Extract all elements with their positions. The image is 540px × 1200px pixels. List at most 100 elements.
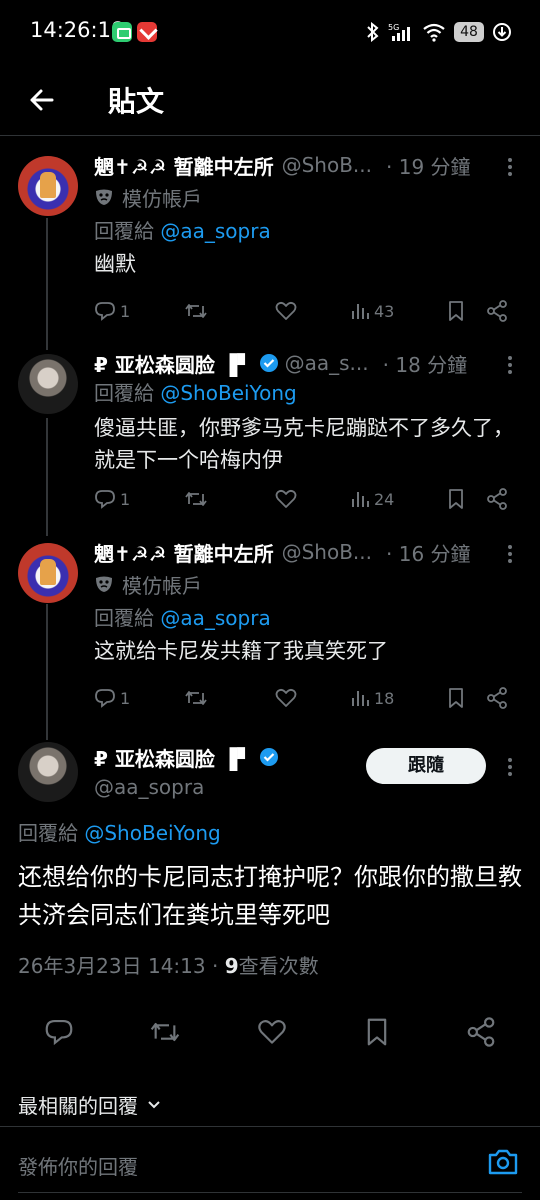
views-button[interactable]: 43 [350,301,446,321]
thread-tweet[interactable]: 魍✝☭☭ 暂離中左所 @ShoB... · 16 分鐘 模仿帳戶 回覆給 @aa… [0,537,540,727]
verified-badge-icon [259,748,278,766]
bluetooth-icon [367,22,379,42]
reply-to-link[interactable]: @aa_sopra [160,219,270,243]
more-options-icon[interactable] [500,354,520,376]
retweet-button[interactable] [184,488,274,510]
reply-button[interactable]: 1 [94,488,184,510]
retweet-icon [185,691,207,705]
view-count: 18 [374,688,395,708]
reply-context: 回覆給 @aa_sopra [94,214,520,248]
avatar[interactable] [18,742,78,802]
views-chart-icon [352,304,369,319]
replies-sort-dropdown[interactable]: 最相關的回覆 [18,1090,162,1119]
parody-text: 模仿帳戶 [122,186,202,211]
tweet-text: 幽默 [94,252,136,276]
avatar[interactable] [18,156,78,216]
tweet-actions: 1 24 [94,484,520,514]
more-options-icon[interactable] [500,156,520,178]
reply-composer: 發佈你的回覆 [0,1126,540,1200]
reply-prefix: 回覆給 [94,381,154,405]
retweet-button[interactable] [184,300,274,322]
retweet-button[interactable] [184,687,274,709]
like-button[interactable] [274,300,350,322]
share-icon [487,687,507,709]
bookmark-icon[interactable] [363,1017,391,1047]
views-button[interactable]: 18 [350,688,446,708]
user-handle[interactable]: @aa_sopra [94,772,285,802]
display-name[interactable]: ₽ 亚松森圆脸 ▐▘ [94,349,253,378]
view-label[interactable]: 查看次數 [239,954,319,978]
reply-icon[interactable] [44,1017,74,1047]
camera-icon[interactable] [486,1147,520,1177]
reply-icon [95,689,115,708]
timestamp[interactable]: · 19 分鐘 [386,151,471,180]
avatar[interactable] [18,354,78,414]
like-button[interactable] [274,488,350,510]
reply-prefix: 回覆給 [94,606,154,630]
share-button[interactable] [486,687,516,709]
reply-prefix: 回覆給 [94,219,154,243]
post-timestamp: 26年3月23日 14:13 · [18,954,219,978]
avatar[interactable] [18,543,78,603]
post-text: 还想给你的卡尼同志打掩护呢？你跟你的撒旦教共济会同志们在粪坑里等死吧 [18,863,522,929]
bookmark-icon [449,688,463,708]
like-button[interactable] [274,687,350,709]
display-name[interactable]: 魍✝☭☭ 暂離中左所 [94,538,274,567]
share-icon [487,300,507,322]
message-app-icon [112,22,132,42]
thread-tweet[interactable]: 魍✝☭☭ 暂離中左所 @ShoB... · 19 分鐘 模仿帳戶 回覆給 @aa… [0,150,540,340]
reply-count: 1 [120,688,131,708]
data-saver-icon [493,23,511,41]
bookmark-icon [449,489,463,509]
more-options-icon[interactable] [500,543,520,565]
reply-prefix: 回覆給 [18,821,78,845]
parody-label: 模仿帳戶 [94,567,520,601]
user-handle[interactable]: @ShoB... [282,153,372,177]
tweet-text: 这就给卡尼发共籍了我真笑死了 [94,639,388,663]
view-count: 43 [374,301,395,321]
follow-button[interactable]: 跟隨 [366,748,486,784]
tweet-actions: 1 43 [94,296,520,326]
bookmark-icon [449,301,463,321]
reply-to-link[interactable]: @ShoBeiYong [160,381,296,405]
reply-context: 回覆給 @ShoBeiYong [18,816,221,850]
reply-button[interactable]: 1 [94,687,184,709]
share-button[interactable] [486,300,516,322]
wifi-icon [423,23,445,42]
notification-app-icon [137,22,157,42]
user-handle[interactable]: @aa_s... [285,351,369,375]
views-button[interactable]: 24 [350,489,446,509]
display-name[interactable]: 魍✝☭☭ 暂離中左所 [94,151,274,180]
heart-icon [275,688,297,707]
display-name[interactable]: ₽ 亚松森圆脸 ▐▘ [94,743,253,772]
share-button[interactable] [486,488,516,510]
parody-text: 模仿帳戶 [122,573,202,598]
heart-icon[interactable] [256,1017,288,1047]
reply-to-link[interactable]: @ShoBeiYong [84,821,220,845]
sort-label: 最相關的回覆 [18,1094,138,1118]
page-header: 貼文 [0,64,540,136]
reply-icon [95,302,115,321]
heart-icon [275,489,297,508]
more-options-icon[interactable] [500,756,520,778]
back-arrow-icon[interactable] [24,82,60,118]
retweet-icon [185,492,207,506]
timestamp[interactable]: · 18 分鐘 [383,349,468,378]
bookmark-button[interactable] [446,300,486,322]
bookmark-button[interactable] [446,687,486,709]
timestamp[interactable]: · 16 分鐘 [386,538,471,567]
user-handle[interactable]: @ShoB... [282,540,372,564]
share-icon[interactable] [466,1017,496,1047]
retweet-icon[interactable] [149,1017,181,1047]
reply-input[interactable]: 發佈你的回覆 [18,1151,138,1180]
views-chart-icon [352,691,369,706]
thread-tweet[interactable]: ₽ 亚松森圆脸 ▐▘ @aa_s... · 18 分鐘 回覆給 @ShoBeiY… [0,348,540,538]
status-time: 14:26:18 [30,18,125,42]
post-meta: 26年3月23日 14:13 · 9查看次數 [18,950,319,979]
reply-count: 1 [120,489,131,509]
bookmark-button[interactable] [446,488,486,510]
reply-to-link[interactable]: @aa_sopra [160,606,270,630]
cellular-signal-icon: 5G [388,23,410,41]
tweet-actions: 1 18 [94,683,520,713]
reply-button[interactable]: 1 [94,300,184,322]
